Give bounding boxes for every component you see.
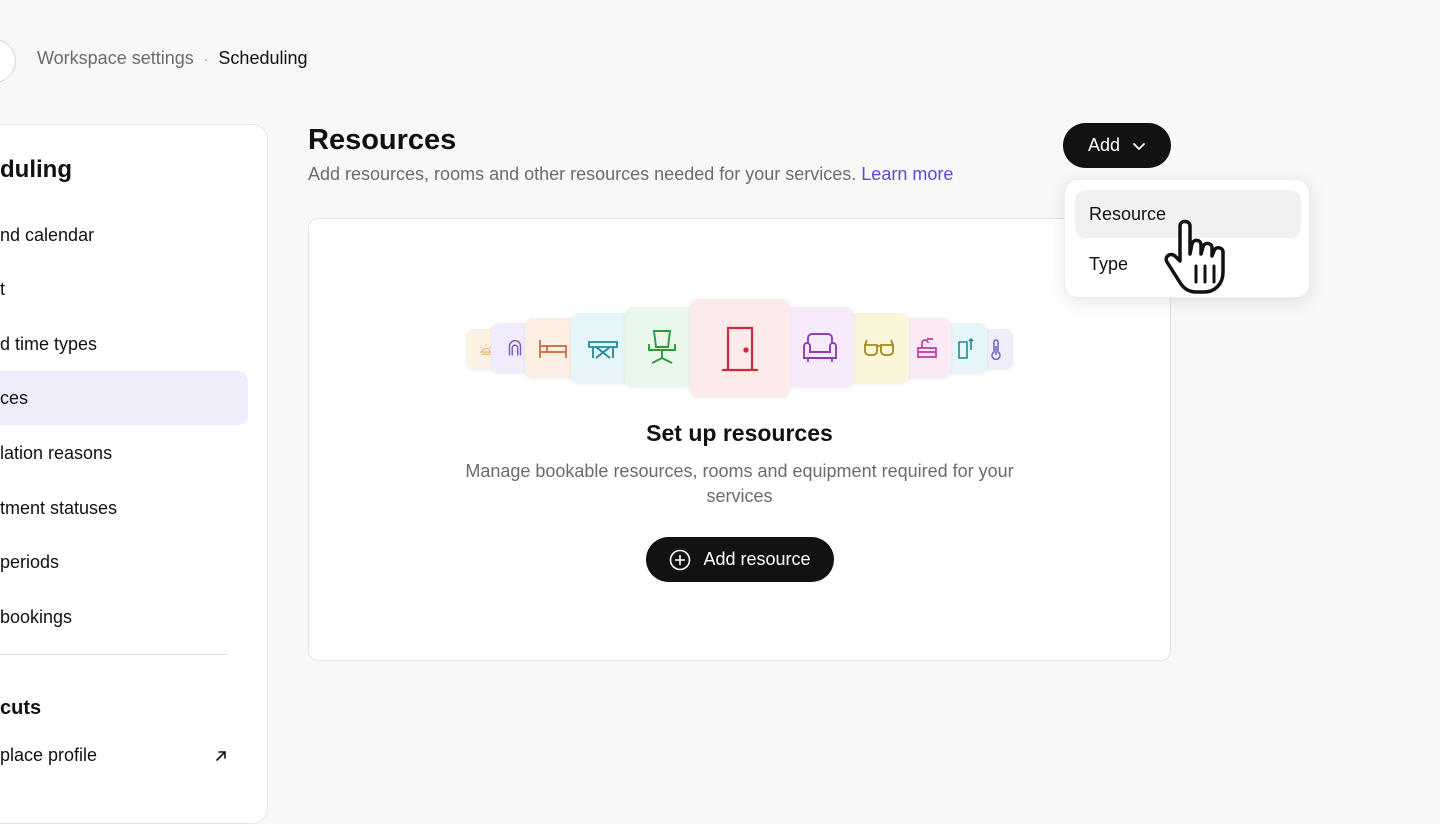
learn-more-link[interactable]: Learn more [861, 164, 953, 184]
plus-circle-icon [670, 549, 691, 570]
arrow-up-right-icon [216, 750, 226, 761]
empty-state-description: Manage bookable resources, rooms and equ… [465, 461, 1014, 506]
sidebar-title: duling [0, 156, 72, 183]
door-icon [690, 299, 790, 397]
empty-state-title: Set up resources [646, 420, 833, 446]
armchair-icon [786, 307, 854, 387]
breadcrumb-separator: · [203, 50, 209, 67]
sidebar-item-cancellation-reasons[interactable]: lation reasons [0, 426, 248, 480]
sidebar-section-title: cuts [0, 697, 42, 719]
hand-pointer-icon [1164, 219, 1225, 294]
page-title: Resources [308, 124, 457, 156]
office-chair-icon [625, 307, 699, 387]
chevron-down-icon [1133, 142, 1145, 150]
sidebar-item-bookings[interactable]: bookings [0, 590, 248, 644]
add-button-label: Add [1087, 135, 1121, 155]
sidebar-divider [0, 654, 228, 655]
sidebar-link-label: place profile [0, 745, 98, 765]
add-resource-button-label: Add resource [703, 549, 811, 569]
sidebar-item-appointment-statuses[interactable]: tment statuses [0, 481, 248, 535]
page-subtitle-text: Add resources, rooms and other resources… [308, 164, 857, 184]
breadcrumb-current: Scheduling [218, 48, 308, 68]
glasses-icon [849, 313, 909, 383]
sidebar-item-time-types[interactable]: d time types [0, 317, 248, 371]
sidebar-item-resources[interactable]: ces [0, 371, 248, 425]
sidebar-item-calendar[interactable]: nd calendar [0, 208, 248, 262]
basin-icon [903, 318, 951, 378]
back-button[interactable] [0, 39, 16, 83]
sidebar-item-t[interactable]: t [0, 262, 248, 316]
sidebar-link-profile[interactable]: place profile [0, 745, 228, 766]
page-subtitle: Add resources, rooms and other resources… [308, 164, 953, 185]
breadcrumb-parent[interactable]: Workspace settings [37, 48, 194, 69]
add-button[interactable]: Add [1063, 123, 1171, 168]
breadcrumb: Workspace settings · Scheduling [37, 48, 308, 69]
device-icon [945, 323, 987, 373]
empty-state-card: Set up resources Manage bookable resourc… [308, 218, 1171, 661]
add-resource-button[interactable]: Add resource [646, 537, 834, 582]
sidebar-item-periods[interactable]: periods [0, 535, 248, 589]
